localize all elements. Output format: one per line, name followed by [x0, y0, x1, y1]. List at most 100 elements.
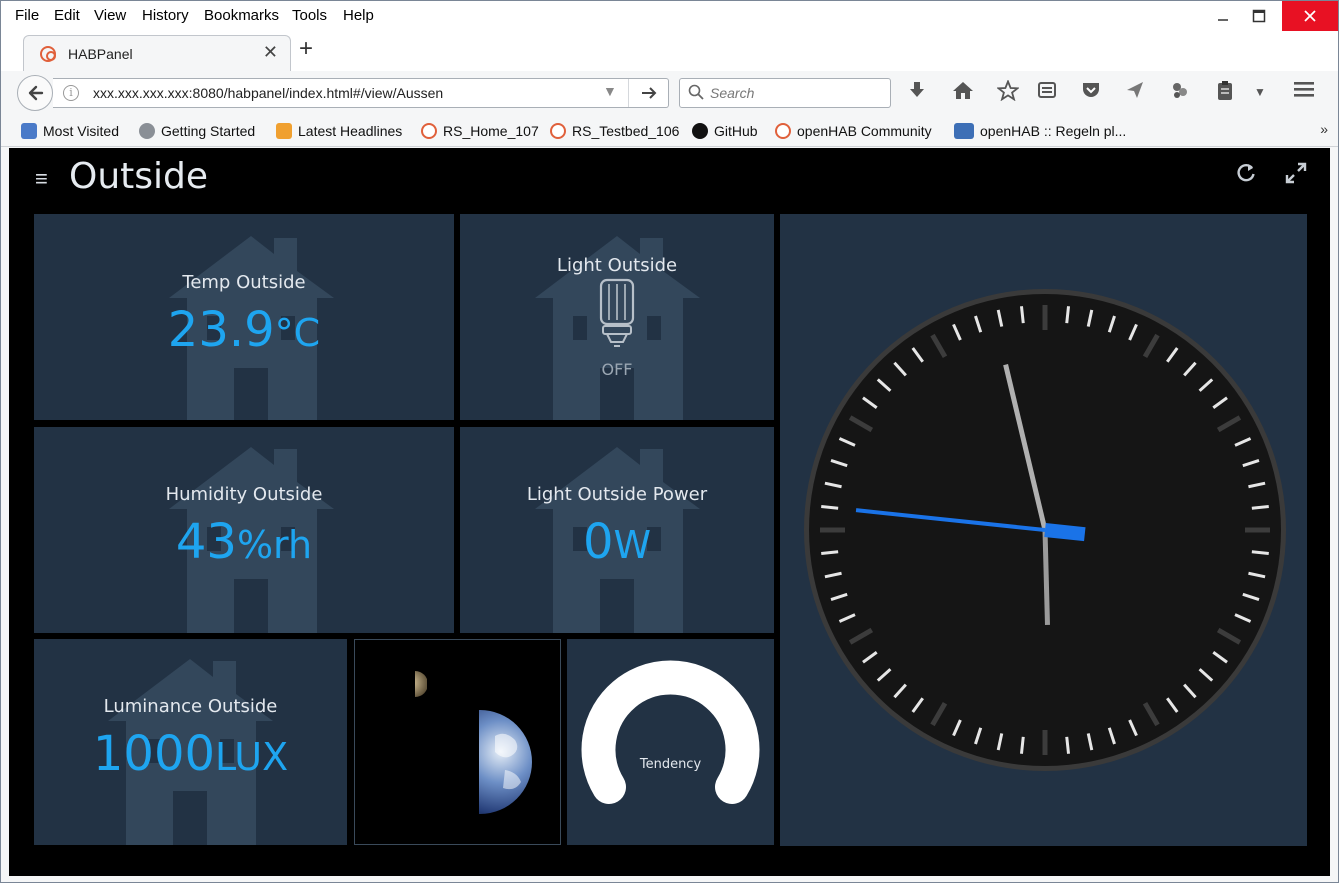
- bookmark-latest-headlines[interactable]: Latest Headlines: [276, 123, 402, 139]
- maximize-button[interactable]: [1236, 1, 1282, 31]
- value-number: 1000: [92, 726, 216, 782]
- fullscreen-icon[interactable]: [1285, 162, 1307, 190]
- bookmark-star-icon[interactable]: [995, 79, 1021, 107]
- menu-help[interactable]: Help: [343, 7, 374, 24]
- bookmark-rs-testbed[interactable]: RS_Testbed_106: [550, 123, 679, 139]
- rss-icon: [276, 123, 292, 139]
- openhab-icon: [421, 123, 437, 139]
- bookmarks-toolbar: Most Visited Getting Started Latest Head…: [1, 115, 1338, 147]
- menu-bookmarks[interactable]: Bookmarks: [204, 7, 279, 24]
- bookmark-label: RS_Testbed_106: [572, 123, 680, 139]
- globe-icon: [139, 123, 155, 139]
- value-unit: W: [613, 523, 652, 567]
- url-text[interactable]: xxx.xxx.xxx.xxx:8080/habpanel/index.html…: [93, 85, 443, 101]
- send-icon[interactable]: [1122, 80, 1148, 106]
- tab-title: HABPanel: [68, 46, 133, 62]
- url-bar[interactable]: i xxx.xxx.xxx.xxx:8080/habpanel/index.ht…: [53, 78, 669, 108]
- tile-label: Humidity Outside: [165, 484, 323, 505]
- tile-analog-clock[interactable]: [780, 214, 1307, 846]
- menu-edit[interactable]: Edit: [54, 7, 80, 24]
- gauge-arc: [581, 660, 760, 804]
- light-bulb-icon: [599, 278, 635, 347]
- menu-tools[interactable]: Tools: [292, 7, 327, 24]
- bookmark-label: Most Visited: [43, 123, 119, 139]
- menu-file[interactable]: File: [15, 7, 39, 24]
- bookmark-openhab-regeln[interactable]: openHAB :: Regeln pl...: [954, 123, 1126, 139]
- go-button[interactable]: [628, 79, 668, 107]
- value-unit: LUX: [215, 735, 289, 779]
- bookmark-openhab-community[interactable]: openHAB Community: [775, 123, 932, 139]
- extension-icon[interactable]: [1167, 80, 1193, 106]
- new-tab-button[interactable]: +: [299, 35, 313, 63]
- arrow-right-icon: [641, 87, 656, 99]
- menu-view[interactable]: View: [94, 7, 126, 24]
- clock-minute-tick: [1019, 306, 1025, 324]
- back-button[interactable]: [17, 75, 53, 111]
- tile-label: Temp Outside: [182, 272, 306, 293]
- download-icon[interactable]: [904, 80, 930, 106]
- refresh-icon[interactable]: [1235, 162, 1257, 190]
- value-number: 43: [175, 514, 237, 570]
- menu-history[interactable]: History: [142, 7, 189, 24]
- bookmark-most-visited[interactable]: Most Visited: [21, 123, 119, 139]
- bookmarks-overflow-icon[interactable]: »: [1320, 121, 1328, 137]
- search-bar[interactable]: Search: [679, 78, 891, 108]
- tile-tendency-gauge[interactable]: Tendency: [567, 639, 774, 845]
- openhab-icon: [775, 123, 791, 139]
- bookmark-github[interactable]: GitHub: [692, 123, 758, 139]
- gauge-label: Tendency: [639, 757, 702, 772]
- sidebar-menu-icon[interactable]: ≡: [35, 166, 48, 192]
- value-number: 23.9: [167, 302, 275, 358]
- most-visited-icon: [21, 123, 37, 139]
- tab-strip: HABPanel ✕ +: [1, 31, 1338, 71]
- tile-value: 1000LUX: [34, 726, 347, 782]
- clock-minute-tick: [1019, 736, 1025, 754]
- hamburger-menu-icon[interactable]: [1291, 80, 1317, 104]
- clock-minute-tick: [821, 550, 839, 556]
- tile-value: 23.9°C: [34, 302, 454, 358]
- value-unit: %rh: [236, 523, 313, 567]
- menu-bar: File Edit View History Bookmarks Tools H…: [1, 1, 1338, 31]
- cubes-icon: [954, 123, 974, 139]
- bookmark-rs-home[interactable]: RS_Home_107: [421, 123, 539, 139]
- habpanel-dashboard: ≡ Outside Temp Outside 23.9°C Light Outs…: [9, 148, 1330, 876]
- chevron-down-icon[interactable]: ▼: [1247, 85, 1273, 99]
- clipboard-icon[interactable]: [1212, 80, 1238, 108]
- tile-temp-outside[interactable]: Temp Outside 23.9°C: [34, 214, 454, 420]
- value-unit: °C: [274, 311, 321, 355]
- navigation-bar: i xxx.xxx.xxx.xxx:8080/habpanel/index.ht…: [1, 71, 1338, 115]
- tile-label: Luminance Outside: [103, 696, 278, 717]
- openhab-icon: [40, 46, 56, 62]
- bookmark-label: Getting Started: [161, 123, 256, 139]
- url-history-dropdown-icon[interactable]: ▼: [603, 83, 617, 99]
- pocket-icon[interactable]: [1078, 80, 1104, 106]
- tile-value: 43%rh: [34, 514, 454, 570]
- tile-light-outside[interactable]: Light Outside OFF: [460, 214, 774, 420]
- home-icon[interactable]: [950, 80, 976, 106]
- bookmark-getting-started[interactable]: Getting Started: [139, 123, 255, 139]
- info-icon[interactable]: i: [63, 85, 79, 101]
- clock-minute-tick: [1065, 306, 1071, 324]
- maximize-icon: [1252, 9, 1266, 23]
- bookmark-label: openHAB Community: [797, 123, 932, 139]
- bookmark-label: openHAB :: Regeln pl...: [980, 123, 1127, 139]
- tile-light-outside-power[interactable]: Light Outside Power 0W: [460, 427, 774, 633]
- bookmark-label: Latest Headlines: [298, 123, 403, 139]
- tile-earth-moon-image[interactable]: [354, 639, 561, 845]
- tile-humidity-outside[interactable]: Humidity Outside 43%rh: [34, 427, 454, 633]
- tile-label: Light Outside Power: [526, 484, 708, 505]
- search-input[interactable]: Search: [710, 85, 754, 101]
- tile-label: Light Outside: [556, 255, 678, 276]
- openhab-icon: [550, 123, 566, 139]
- close-window-button[interactable]: [1282, 1, 1338, 31]
- reading-list-icon[interactable]: [1034, 80, 1060, 106]
- back-arrow-icon: [28, 85, 44, 101]
- clock-minute-tick: [1251, 550, 1269, 556]
- clock-second-counterweight: [1044, 523, 1086, 542]
- tab-habpanel[interactable]: HABPanel ✕: [23, 35, 291, 71]
- close-icon: [1304, 10, 1316, 22]
- tile-luminance-outside[interactable]: Luminance Outside 1000LUX: [34, 639, 347, 845]
- clock-minute-tick: [1251, 504, 1269, 510]
- tab-close-button[interactable]: ✕: [263, 42, 278, 63]
- search-icon: [688, 84, 704, 100]
